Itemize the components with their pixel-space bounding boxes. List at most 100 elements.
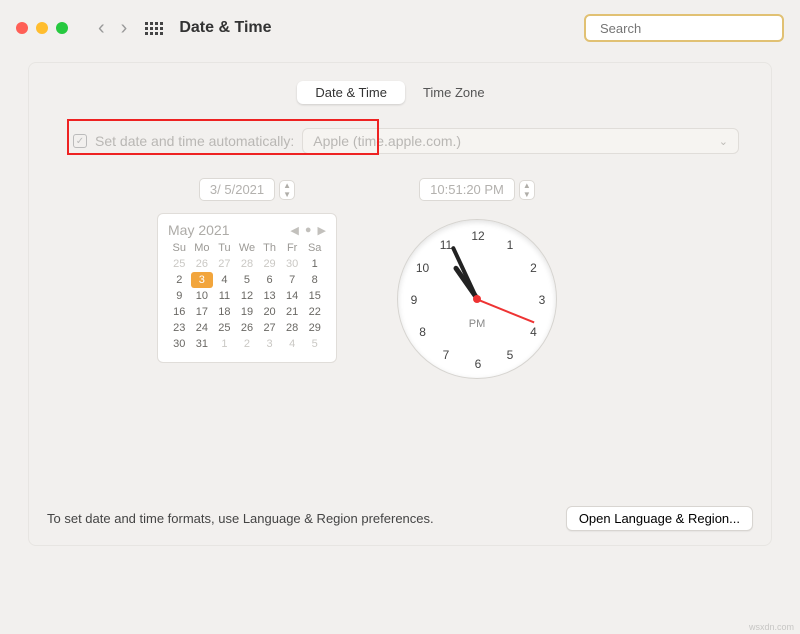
calendar-day[interactable]: 16 xyxy=(168,304,191,320)
calendar-day[interactable]: 1 xyxy=(303,256,326,272)
calendar-day[interactable]: 29 xyxy=(303,320,326,336)
date-column: 3/ 5/2021 ▲▼ May 2021 ◀●▶ SuMoTuWeThFrSa… xyxy=(157,178,337,379)
calendar-day[interactable]: 14 xyxy=(281,288,304,304)
time-server-dropdown[interactable]: Apple (time.apple.com.) ⌄ xyxy=(302,128,739,154)
calendar-day[interactable]: 6 xyxy=(258,272,281,288)
calendar-day[interactable]: 5 xyxy=(303,336,326,352)
calendar-day[interactable]: 26 xyxy=(236,320,259,336)
calendar-day[interactable]: 30 xyxy=(168,336,191,352)
chevron-down-icon: ⌄ xyxy=(719,135,728,148)
zoom-button[interactable] xyxy=(56,22,68,34)
calendar-day[interactable]: 27 xyxy=(258,320,281,336)
calendar-day[interactable]: 26 xyxy=(191,256,214,272)
calendar-day[interactable]: 29 xyxy=(258,256,281,272)
weekday-header: We xyxy=(236,242,259,256)
time-stepper[interactable]: 10:51:20 PM ▲▼ xyxy=(419,178,535,201)
calendar-day[interactable]: 30 xyxy=(281,256,304,272)
calendar[interactable]: May 2021 ◀●▶ SuMoTuWeThFrSa2526272829301… xyxy=(157,213,337,363)
calendar-day[interactable]: 19 xyxy=(236,304,259,320)
cal-today-icon[interactable]: ● xyxy=(305,224,312,237)
back-button[interactable]: ‹ xyxy=(94,17,109,40)
calendar-day[interactable]: 7 xyxy=(281,272,304,288)
calendar-day[interactable]: 25 xyxy=(213,320,236,336)
toolbar: ‹ › Date & Time xyxy=(0,0,800,56)
clock-number: 9 xyxy=(411,293,418,307)
calendar-day[interactable]: 3 xyxy=(191,272,214,288)
calendar-day[interactable]: 2 xyxy=(168,272,191,288)
tab-bar: Date & Time Time Zone xyxy=(47,81,753,104)
calendar-day[interactable]: 8 xyxy=(303,272,326,288)
auto-checkbox[interactable] xyxy=(73,134,87,148)
calendar-day[interactable]: 4 xyxy=(213,272,236,288)
watermark: wsxdn.com xyxy=(749,622,794,632)
close-button[interactable] xyxy=(16,22,28,34)
calendar-day[interactable]: 31 xyxy=(191,336,214,352)
window-title: Date & Time xyxy=(179,19,271,37)
clock-number: 10 xyxy=(416,261,429,275)
calendar-day[interactable]: 22 xyxy=(303,304,326,320)
calendar-day[interactable]: 17 xyxy=(191,304,214,320)
clock-number: 3 xyxy=(539,293,546,307)
calendar-day[interactable]: 25 xyxy=(168,256,191,272)
clock-number: 5 xyxy=(507,348,514,362)
footer-hint: To set date and time formats, use Langua… xyxy=(47,511,434,526)
calendar-day[interactable]: 10 xyxy=(191,288,214,304)
window-controls xyxy=(16,22,68,34)
weekday-header: Th xyxy=(258,242,281,256)
calendar-day[interactable]: 18 xyxy=(213,304,236,320)
second-hand xyxy=(477,298,535,323)
clock-number: 2 xyxy=(530,261,537,275)
weekday-header: Mo xyxy=(191,242,214,256)
search-field[interactable] xyxy=(584,14,784,42)
date-value: 3/ 5/2021 xyxy=(199,178,275,201)
weekday-header: Sa xyxy=(303,242,326,256)
calendar-day[interactable]: 12 xyxy=(236,288,259,304)
tab-date-time[interactable]: Date & Time xyxy=(297,81,405,104)
analog-clock: PM 121234567891011 xyxy=(397,219,557,379)
show-all-icon[interactable] xyxy=(145,22,163,35)
calendar-day[interactable]: 21 xyxy=(281,304,304,320)
forward-button[interactable]: › xyxy=(117,17,132,40)
calendar-day[interactable]: 27 xyxy=(213,256,236,272)
time-step-buttons[interactable]: ▲▼ xyxy=(519,180,535,200)
cal-prev-icon[interactable]: ◀ xyxy=(290,224,298,237)
calendar-day[interactable]: 4 xyxy=(281,336,304,352)
cal-next-icon[interactable]: ▶ xyxy=(318,224,326,237)
calendar-day[interactable]: 28 xyxy=(281,320,304,336)
calendar-day[interactable]: 24 xyxy=(191,320,214,336)
calendar-nav[interactable]: ◀ ● ▶ xyxy=(290,224,326,237)
tab-time-zone[interactable]: Time Zone xyxy=(405,81,503,104)
calendar-day[interactable]: 28 xyxy=(236,256,259,272)
calendar-day[interactable]: 11 xyxy=(213,288,236,304)
calendar-day[interactable]: 2 xyxy=(236,336,259,352)
clock-number: 12 xyxy=(471,229,484,243)
clock-number: 7 xyxy=(443,348,450,362)
date-stepper[interactable]: 3/ 5/2021 ▲▼ xyxy=(199,178,295,201)
clock-number: 8 xyxy=(419,325,426,339)
time-server-value: Apple (time.apple.com.) xyxy=(313,133,461,149)
clock-number: 11 xyxy=(440,238,452,252)
calendar-day[interactable]: 5 xyxy=(236,272,259,288)
time-column: 10:51:20 PM ▲▼ PM 121234567891011 xyxy=(397,178,557,379)
meridiem-label: PM xyxy=(469,318,486,330)
weekday-header: Tu xyxy=(213,242,236,256)
calendar-day[interactable]: 23 xyxy=(168,320,191,336)
calendar-day[interactable]: 15 xyxy=(303,288,326,304)
calendar-day[interactable]: 3 xyxy=(258,336,281,352)
minimize-button[interactable] xyxy=(36,22,48,34)
auto-row: Set date and time automatically: Apple (… xyxy=(47,128,753,154)
calendar-day[interactable]: 9 xyxy=(168,288,191,304)
calendar-title: May 2021 xyxy=(168,222,229,238)
time-value: 10:51:20 PM xyxy=(419,178,515,201)
open-language-region-button[interactable]: Open Language & Region... xyxy=(566,506,753,531)
clock-number: 1 xyxy=(507,238,514,252)
weekday-header: Fr xyxy=(281,242,304,256)
search-input[interactable] xyxy=(600,21,776,36)
clock-hub xyxy=(473,295,481,303)
calendar-day[interactable]: 20 xyxy=(258,304,281,320)
clock-number: 6 xyxy=(475,357,482,371)
calendar-day[interactable]: 13 xyxy=(258,288,281,304)
calendar-day[interactable]: 1 xyxy=(213,336,236,352)
date-step-buttons[interactable]: ▲▼ xyxy=(279,180,295,200)
preferences-panel: Date & Time Time Zone Set date and time … xyxy=(28,62,772,546)
